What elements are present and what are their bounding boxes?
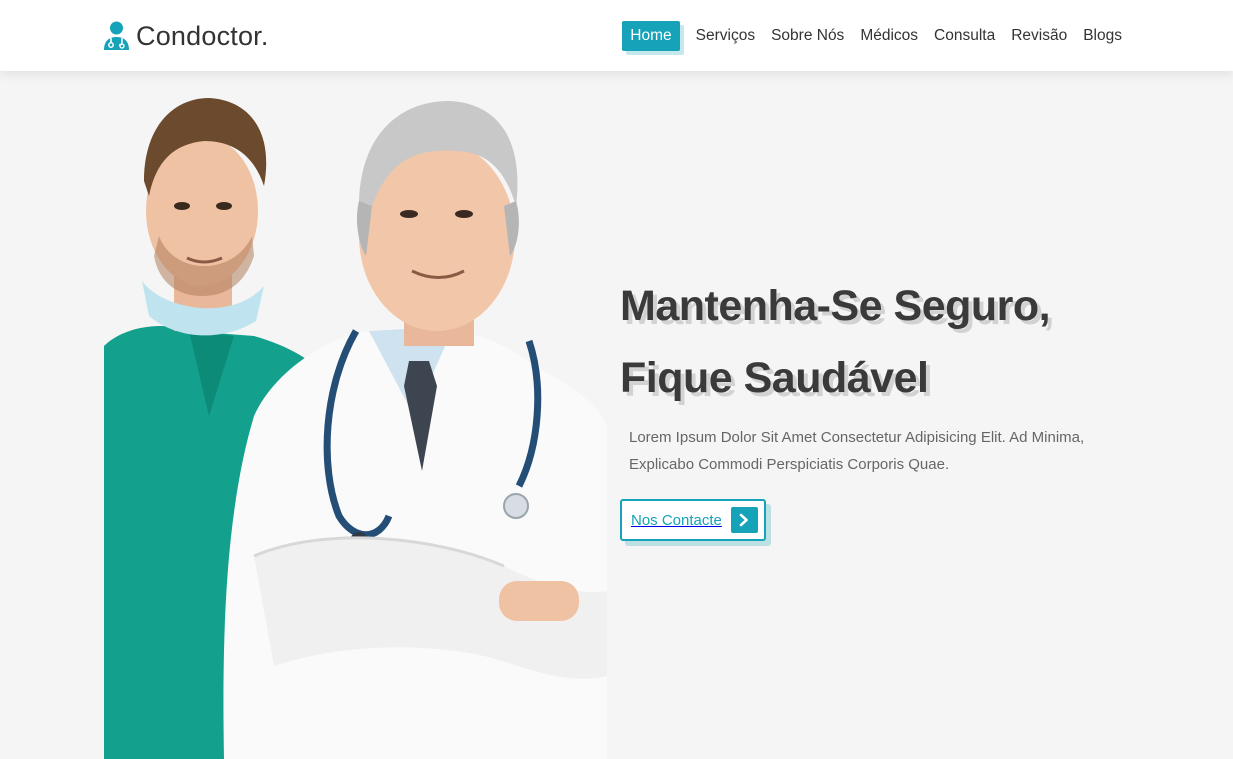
nav-home[interactable]: Home bbox=[622, 21, 680, 51]
hero-title-line2: Fique Saudável bbox=[620, 354, 929, 402]
hero-description: Lorem Ipsum Dolor Sit Amet Consectetur A… bbox=[629, 429, 1085, 473]
doctor-user-icon bbox=[104, 21, 129, 50]
chevron-right-icon bbox=[730, 507, 758, 533]
two-doctors-photo bbox=[104, 86, 607, 759]
contact-button[interactable]: Nos Contacte bbox=[620, 499, 766, 541]
site-header: Condoctor. Home Serviços Sobre Nós Médic… bbox=[0, 0, 1233, 71]
main-nav: Home Serviços Sobre Nós Médicos Consulta… bbox=[622, 20, 1130, 52]
hero-title-line1: Mantenha-Se Seguro, bbox=[620, 282, 1051, 330]
hero-content: Mantenha-Se Seguro, Fique Saudável Lorem… bbox=[620, 270, 1140, 541]
nav-servicos[interactable]: Serviços bbox=[688, 21, 763, 51]
contact-button-label: Nos Contacte bbox=[631, 511, 722, 529]
nav-blogs[interactable]: Blogs bbox=[1075, 21, 1130, 51]
brand-name: Condoctor. bbox=[136, 20, 269, 51]
nav-consulta[interactable]: Consulta bbox=[926, 21, 1003, 51]
nav-sobre-nos[interactable]: Sobre Nós bbox=[763, 21, 852, 51]
nav-medicos[interactable]: Médicos bbox=[852, 21, 926, 51]
nav-revisao[interactable]: Revisão bbox=[1003, 21, 1075, 51]
brand-logo[interactable]: Condoctor. bbox=[103, 19, 269, 53]
hero-title: Mantenha-Se Seguro, Fique Saudável bbox=[620, 270, 1140, 414]
